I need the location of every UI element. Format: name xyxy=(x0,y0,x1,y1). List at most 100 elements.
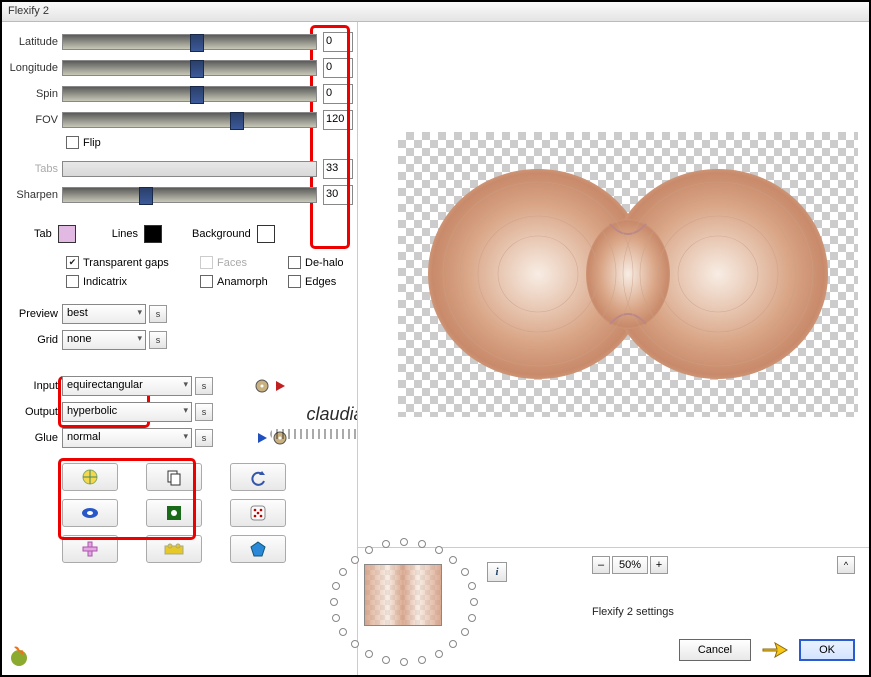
tabs-value[interactable]: 33 xyxy=(323,159,353,179)
disc-icon[interactable] xyxy=(253,377,271,395)
play-icon-2[interactable] xyxy=(253,429,271,447)
transparent-gaps-checkbox[interactable] xyxy=(66,256,79,269)
input-settings-button[interactable]: s xyxy=(195,377,213,395)
ring-dot[interactable] xyxy=(400,658,408,666)
fov-value[interactable]: 120 xyxy=(323,110,353,130)
glue-select[interactable]: normal xyxy=(62,428,192,448)
spin-slider[interactable] xyxy=(62,86,317,102)
tabs-row: Tabs 33 xyxy=(6,157,353,181)
ring-dot[interactable] xyxy=(332,614,340,622)
ring-dot[interactable] xyxy=(351,640,359,648)
brick-button[interactable] xyxy=(146,535,202,563)
preview-settings-button[interactable]: s xyxy=(149,305,167,323)
info-button[interactable]: i xyxy=(487,562,507,582)
grid-settings-button[interactable]: s xyxy=(149,331,167,349)
fov-slider[interactable] xyxy=(62,112,317,128)
globe-button[interactable] xyxy=(62,463,118,491)
play-icon[interactable] xyxy=(271,377,289,395)
tab-color-label: Tab xyxy=(34,228,52,240)
fov-row: FOV 120 xyxy=(6,108,353,132)
ring-dot[interactable] xyxy=(435,546,443,554)
controls-panel: Latitude 0 Longitude 0 Spin 0 FOV 120 xyxy=(2,22,357,675)
torus-button[interactable] xyxy=(62,499,118,527)
dehalo-checkbox[interactable] xyxy=(288,256,301,269)
ring-dot[interactable] xyxy=(339,568,347,576)
sharpen-slider[interactable] xyxy=(62,187,317,203)
toolbox-grid xyxy=(6,451,353,563)
lines-swatch[interactable] xyxy=(144,225,162,243)
longitude-value[interactable]: 0 xyxy=(323,58,353,78)
background-swatch[interactable] xyxy=(257,225,275,243)
ring-dot[interactable] xyxy=(470,598,478,606)
ring-dot[interactable] xyxy=(330,598,338,606)
ring-dot[interactable] xyxy=(468,582,476,590)
faces-item: Faces xyxy=(200,256,270,269)
latitude-slider[interactable] xyxy=(62,34,317,50)
ring-dot[interactable] xyxy=(339,628,347,636)
cancel-button[interactable]: Cancel xyxy=(679,639,751,661)
ring-dot[interactable] xyxy=(468,614,476,622)
settings-title: Flexify 2 settings xyxy=(592,606,674,618)
target-button[interactable] xyxy=(146,499,202,527)
indicatrix-checkbox[interactable] xyxy=(66,275,79,288)
transparent-gaps-item: Transparent gaps xyxy=(66,256,182,269)
input-row: Input equirectangular s xyxy=(6,373,353,399)
indicatrix-item: Indicatrix xyxy=(66,275,182,288)
output-select[interactable]: hyperbolic xyxy=(62,402,192,422)
ring-dot[interactable] xyxy=(332,582,340,590)
zoom-out-button[interactable]: – xyxy=(592,556,610,574)
grid-select[interactable]: none xyxy=(62,330,146,350)
ring-dot[interactable] xyxy=(449,556,457,564)
sharpen-value[interactable]: 30 xyxy=(323,185,353,205)
ring-dot[interactable] xyxy=(382,656,390,664)
flip-label: Flip xyxy=(83,137,101,149)
collapse-button[interactable]: ^ xyxy=(837,556,855,574)
ring-dot[interactable] xyxy=(461,628,469,636)
ok-button[interactable]: OK xyxy=(799,639,855,661)
preview-select[interactable]: best xyxy=(62,304,146,324)
ring-dot[interactable] xyxy=(382,540,390,548)
cb-row-2: Indicatrix Anamorph Edges xyxy=(6,272,353,291)
ring-dot[interactable] xyxy=(365,546,373,554)
glue-settings-button[interactable]: s xyxy=(195,429,213,447)
copy-button[interactable] xyxy=(146,463,202,491)
fov-label: FOV xyxy=(6,114,62,126)
input-select[interactable]: equirectangular xyxy=(62,376,192,396)
spin-row: Spin 0 xyxy=(6,82,353,106)
thumbnail-image[interactable] xyxy=(364,564,442,626)
ring-dot[interactable] xyxy=(418,656,426,664)
glue-label: Glue xyxy=(6,432,62,444)
sharpen-row: Sharpen 30 xyxy=(6,183,353,207)
dice-button[interactable] xyxy=(230,499,286,527)
preview-area[interactable] xyxy=(358,22,869,547)
preview-row: Preview best s xyxy=(6,301,353,327)
ring-dot[interactable] xyxy=(351,556,359,564)
gem-button[interactable] xyxy=(230,535,286,563)
fireball-icon[interactable] xyxy=(6,643,32,669)
ring-dot[interactable] xyxy=(418,540,426,548)
latitude-value[interactable]: 0 xyxy=(323,32,353,52)
spin-value[interactable]: 0 xyxy=(323,84,353,104)
color-row: Tab Lines Background xyxy=(6,209,353,253)
latitude-label: Latitude xyxy=(6,36,62,48)
longitude-slider[interactable] xyxy=(62,60,317,76)
ring-dot[interactable] xyxy=(400,538,408,546)
edges-checkbox[interactable] xyxy=(288,275,301,288)
tab-swatch[interactable] xyxy=(58,225,76,243)
disc-icon-2[interactable] xyxy=(271,429,289,447)
ring-dot[interactable] xyxy=(461,568,469,576)
ring-dot[interactable] xyxy=(435,650,443,658)
plus-button[interactable] xyxy=(62,535,118,563)
flip-checkbox[interactable] xyxy=(66,136,79,149)
zoom-value[interactable]: 50% xyxy=(612,556,648,574)
sharpen-label: Sharpen xyxy=(6,189,62,201)
output-settings-button[interactable]: s xyxy=(195,403,213,421)
grid-label: Grid xyxy=(6,334,62,346)
ring-dot[interactable] xyxy=(449,640,457,648)
tabs-label: Tabs xyxy=(6,163,62,175)
undo-button[interactable] xyxy=(230,463,286,491)
ring-dot[interactable] xyxy=(365,650,373,658)
anamorph-checkbox[interactable] xyxy=(200,275,213,288)
zoom-in-button[interactable]: + xyxy=(650,556,668,574)
title-bar: Flexify 2 xyxy=(2,2,869,22)
